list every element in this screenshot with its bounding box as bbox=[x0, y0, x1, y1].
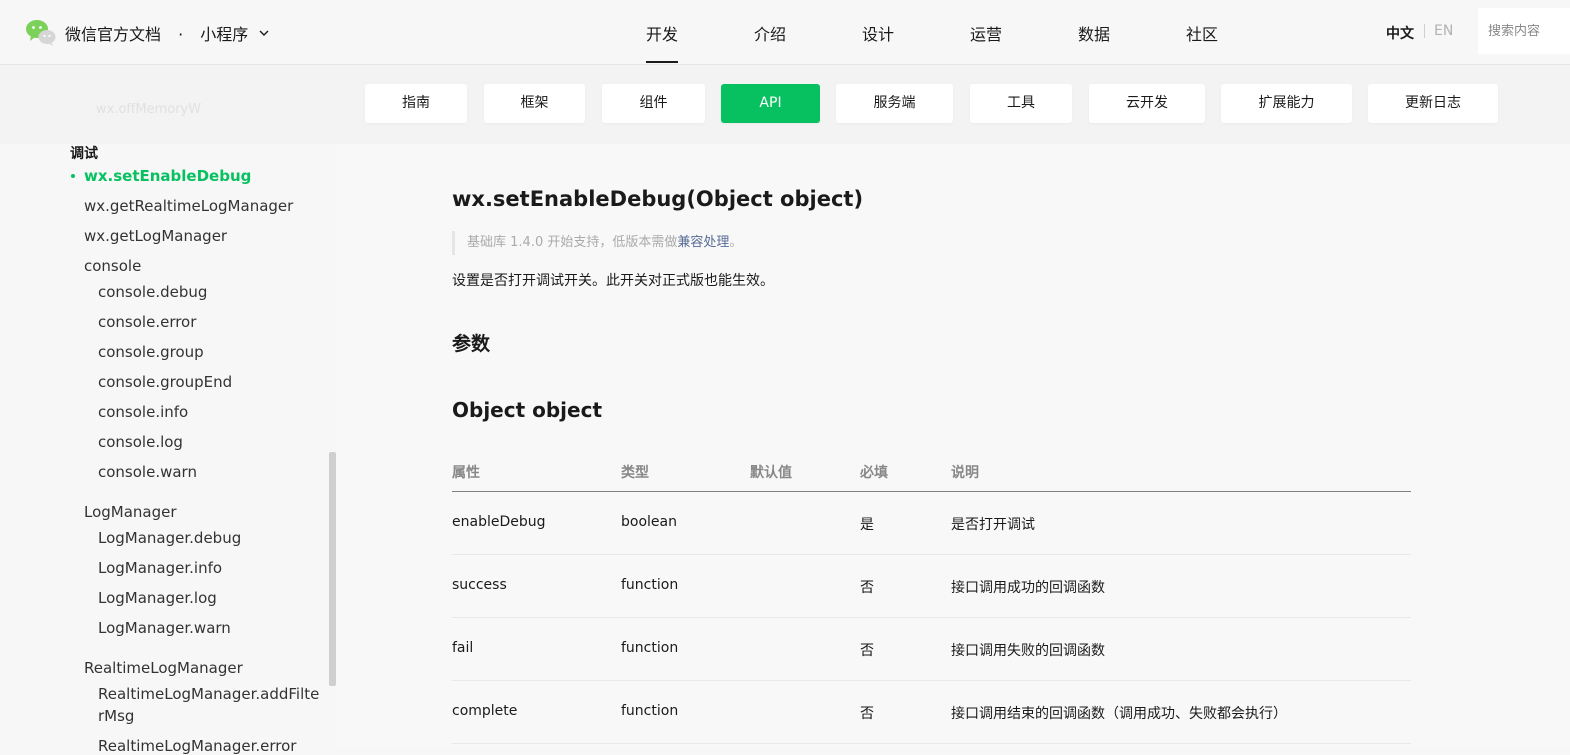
sidebar-item-logmanager[interactable]: LogManager bbox=[84, 503, 177, 521]
sidebar-item-console-error[interactable]: console.error bbox=[98, 313, 196, 331]
note-text: 基础库 1.4.0 开始支持，低版本需做 bbox=[467, 235, 678, 250]
sidebar-item-realtime-error[interactable]: RealtimeLogManager.error bbox=[98, 737, 296, 755]
object-heading: Object object bbox=[452, 398, 603, 422]
lang-en-link[interactable]: EN bbox=[1434, 23, 1453, 39]
row-3-required: 否 bbox=[860, 643, 874, 659]
product-label: 小程序 bbox=[200, 25, 249, 44]
tab-server[interactable]: 服务端 bbox=[836, 84, 953, 123]
tab-tools[interactable]: 工具 bbox=[970, 84, 1072, 123]
top-header: 微信官方文档 · 小程序 开发 介绍 设计 运营 数据 社区 中文 EN bbox=[0, 0, 1570, 65]
table-row-divider bbox=[452, 680, 1411, 681]
row-2-desc: 接口调用成功的回调函数 bbox=[951, 580, 1105, 596]
row-3-name: fail bbox=[452, 640, 474, 656]
table-row-divider bbox=[452, 554, 1411, 555]
table-header-required: 必填 bbox=[860, 465, 888, 481]
sidebar-group-title: 调试 bbox=[70, 146, 98, 162]
sidebar-item-console-info[interactable]: console.info bbox=[98, 403, 188, 421]
row-4-required: 否 bbox=[860, 706, 874, 722]
lang-zh-link[interactable]: 中文 bbox=[1386, 23, 1414, 43]
sidebar-scrollbar[interactable] bbox=[329, 452, 336, 686]
page-title: wx.setEnableDebug(Object object) bbox=[452, 187, 864, 211]
row-1-type: boolean bbox=[621, 514, 677, 530]
tab-guide[interactable]: 指南 bbox=[365, 84, 467, 123]
sidebar-item-realtimelogmanager[interactable]: RealtimeLogManager bbox=[84, 659, 243, 677]
nav-item-intro[interactable]: 介绍 bbox=[754, 21, 786, 45]
brand: 微信官方文档 · 小程序 bbox=[65, 21, 269, 45]
search-input[interactable] bbox=[1478, 8, 1570, 54]
table-row-divider bbox=[452, 617, 1411, 618]
brand-separator: · bbox=[178, 25, 184, 44]
nav-item-design[interactable]: 设计 bbox=[862, 21, 894, 45]
tab-components[interactable]: 组件 bbox=[602, 84, 705, 123]
tab-framework[interactable]: 框架 bbox=[484, 84, 585, 123]
compat-link[interactable]: 兼容处理 bbox=[677, 235, 729, 250]
sidebar-hidden-item: wx.offMemoryW bbox=[96, 102, 202, 117]
row-1-name: enableDebug bbox=[452, 514, 546, 530]
row-2-type: function bbox=[621, 577, 679, 593]
row-4-type: function bbox=[621, 703, 679, 719]
nav-item-dev[interactable]: 开发 bbox=[646, 21, 679, 63]
tab-extensions[interactable]: 扩展能力 bbox=[1221, 84, 1352, 123]
row-1-required: 是 bbox=[860, 517, 874, 533]
nav-item-community[interactable]: 社区 bbox=[1186, 21, 1218, 45]
search-box bbox=[1478, 8, 1570, 54]
api-description: 设置是否打开调试开关。此开关对正式版也能生效。 bbox=[452, 273, 774, 289]
row-4-name: complete bbox=[452, 703, 518, 719]
table-header-default: 默认值 bbox=[750, 465, 792, 481]
sidebar-item-logmanager-warn[interactable]: LogManager.warn bbox=[98, 619, 231, 637]
table-row-divider bbox=[452, 743, 1411, 744]
tab-changelog[interactable]: 更新日志 bbox=[1368, 84, 1498, 123]
sidebar-item-realtime-addfiltermsg-wrap[interactable]: rMsg bbox=[98, 707, 134, 725]
note-suffix: 。 bbox=[729, 235, 743, 250]
sidebar-item-getrealtimelogmanager[interactable]: wx.getRealtimeLogManager bbox=[84, 197, 293, 215]
tab-api[interactable]: API bbox=[721, 84, 820, 123]
sidebar-item-console[interactable]: console bbox=[84, 257, 141, 275]
sidebar-item-logmanager-log[interactable]: LogManager.log bbox=[98, 589, 217, 607]
brand-title[interactable]: 微信官方文档 bbox=[65, 25, 161, 44]
chevron-down-icon bbox=[259, 30, 269, 36]
sidebar-item-realtime-addfiltermsg[interactable]: RealtimeLogManager.addFilte bbox=[98, 685, 319, 703]
wechat-logo-icon[interactable] bbox=[25, 18, 57, 46]
lang-divider bbox=[1424, 24, 1425, 38]
sidebar-item-getlogmanager[interactable]: wx.getLogManager bbox=[84, 227, 227, 245]
version-note: 基础库 1.4.0 开始支持，低版本需做兼容处理。 bbox=[452, 231, 742, 255]
row-4-desc: 接口调用结束的回调函数（调用成功、失败都会执行） bbox=[951, 706, 1287, 722]
tab-cloud[interactable]: 云开发 bbox=[1089, 84, 1205, 123]
sidebar-item-logmanager-info[interactable]: LogManager.info bbox=[98, 559, 222, 577]
sidebar-item-console-groupend[interactable]: console.groupEnd bbox=[98, 373, 232, 391]
product-switcher[interactable]: 小程序 bbox=[200, 25, 269, 44]
sidebar-item-console-warn[interactable]: console.warn bbox=[98, 463, 197, 481]
sidebar-item-console-debug[interactable]: console.debug bbox=[98, 283, 207, 301]
row-3-desc: 接口调用失败的回调函数 bbox=[951, 643, 1105, 659]
nav-item-operation[interactable]: 运营 bbox=[970, 21, 1002, 45]
row-3-type: function bbox=[621, 640, 679, 656]
sidebar-item-console-group[interactable]: console.group bbox=[98, 343, 204, 361]
row-2-required: 否 bbox=[860, 580, 874, 596]
table-header-divider bbox=[452, 491, 1411, 492]
sidebar-item-console-log[interactable]: console.log bbox=[98, 433, 183, 451]
row-2-name: success bbox=[452, 577, 507, 593]
params-heading: 参数 bbox=[452, 333, 491, 355]
table-header-attr: 属性 bbox=[452, 465, 480, 481]
active-bullet-icon bbox=[71, 174, 75, 178]
nav-item-data[interactable]: 数据 bbox=[1078, 21, 1110, 45]
row-1-desc: 是否打开调试 bbox=[951, 517, 1035, 533]
table-header-desc: 说明 bbox=[951, 465, 979, 481]
sidebar-item-setenabledebug[interactable]: wx.setEnableDebug bbox=[84, 167, 251, 185]
table-header-type: 类型 bbox=[621, 465, 649, 481]
sidebar-item-logmanager-debug[interactable]: LogManager.debug bbox=[98, 529, 241, 547]
